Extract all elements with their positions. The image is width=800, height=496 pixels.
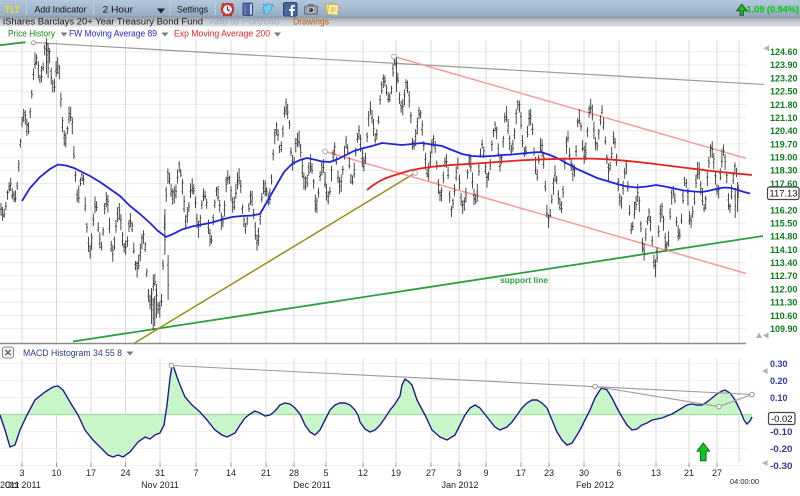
svg-text:0.20: 0.20: [770, 376, 788, 387]
svg-text:17: 17: [86, 468, 96, 478]
svg-text:120.40: 120.40: [770, 126, 798, 137]
svg-text:3: 3: [19, 468, 24, 478]
svg-text:9: 9: [483, 468, 488, 478]
svg-text:111.30: 111.30: [770, 298, 798, 309]
svg-text:TLT: TLT: [5, 5, 20, 16]
svg-text:27: 27: [426, 468, 436, 478]
svg-text:14: 14: [226, 468, 236, 478]
svg-text:112.00: 112.00: [770, 284, 798, 295]
svg-text:Drawings: Drawings: [293, 17, 329, 27]
svg-text:Nov 2011: Nov 2011: [141, 480, 179, 490]
svg-text:iShares Barclays 20+ Year Trea: iShares Barclays 20+ Year Treasury Bond …: [3, 17, 203, 27]
svg-text:5: 5: [323, 468, 328, 478]
svg-text:FW Moving Average 89: FW Moving Average 89: [69, 29, 157, 40]
svg-text:118.30: 118.30: [770, 166, 798, 177]
svg-text:30: 30: [579, 468, 589, 478]
svg-text:28: 28: [289, 468, 299, 478]
svg-text:-0.30: -0.30: [770, 461, 793, 472]
svg-text:19: 19: [391, 468, 401, 478]
svg-text:13: 13: [651, 468, 661, 478]
svg-text:119.00: 119.00: [770, 153, 798, 164]
svg-text:21: 21: [684, 468, 694, 478]
svg-text:113.40: 113.40: [770, 258, 798, 269]
svg-text:123.90: 123.90: [770, 60, 798, 71]
svg-text:Oct 2011: Oct 2011: [5, 480, 41, 490]
svg-text:114.10: 114.10: [770, 245, 798, 256]
svg-text:Add Indicator: Add Indicator: [35, 5, 87, 16]
svg-text:04:00:00: 04:00:00: [730, 477, 759, 486]
svg-text:21: 21: [261, 468, 271, 478]
svg-text:0.30: 0.30: [770, 359, 788, 370]
svg-text:0.10: 0.10: [770, 393, 788, 404]
svg-text:-0.02: -0.02: [771, 414, 793, 425]
svg-text:24: 24: [120, 468, 130, 478]
svg-text:-0.10: -0.10: [770, 427, 793, 438]
svg-text:115.50: 115.50: [770, 219, 798, 230]
svg-text:support line: support line: [500, 275, 548, 285]
svg-text:117.13: 117.13: [770, 189, 798, 200]
svg-text:Exp Moving Average 200: Exp Moving Average 200: [174, 29, 270, 40]
svg-text:119.70: 119.70: [770, 139, 798, 150]
svg-text:114.80: 114.80: [770, 232, 798, 243]
svg-text:122.50: 122.50: [770, 87, 798, 98]
svg-text:2 Hour: 2 Hour: [103, 5, 134, 16]
svg-text:7: 7: [193, 468, 198, 478]
svg-text:MACD Histogram 34 55 8: MACD Histogram 34 55 8: [23, 348, 122, 359]
svg-text:6: 6: [616, 468, 621, 478]
svg-text:3: 3: [456, 468, 461, 478]
svg-text:10: 10: [51, 468, 61, 478]
svg-text:116.20: 116.20: [770, 205, 798, 216]
svg-text:Price History: Price History: [8, 29, 55, 40]
svg-text:Add to Portfolio: Add to Portfolio: [210, 17, 280, 27]
svg-text:121.80: 121.80: [770, 100, 798, 111]
svg-text:123.20: 123.20: [770, 73, 798, 84]
svg-text:121.10: 121.10: [770, 113, 798, 124]
svg-text:12: 12: [358, 468, 368, 478]
svg-text:Settings: Settings: [177, 5, 208, 16]
svg-text:-0.20: -0.20: [770, 444, 793, 455]
svg-text:Dec 2011: Dec 2011: [293, 480, 331, 490]
svg-text:124.60: 124.60: [770, 47, 798, 58]
svg-text:110.60: 110.60: [770, 311, 798, 322]
svg-text:Feb 2012: Feb 2012: [576, 480, 614, 490]
svg-text:112.70: 112.70: [770, 271, 798, 282]
svg-text:27: 27: [712, 468, 722, 478]
svg-text:109.90: 109.90: [770, 324, 798, 335]
svg-text:Jan 2012: Jan 2012: [441, 480, 478, 490]
svg-text:31: 31: [155, 468, 165, 478]
svg-text:1.09 (0.94%): 1.09 (0.94%): [747, 5, 800, 16]
svg-text:17: 17: [516, 468, 526, 478]
svg-text:23: 23: [544, 468, 554, 478]
